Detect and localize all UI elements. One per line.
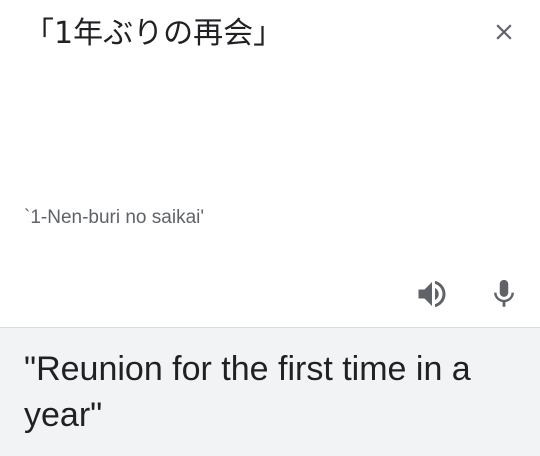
translation-panel: "Reunion for the first time in a year" (0, 328, 540, 456)
microphone-button[interactable] (484, 274, 524, 314)
microphone-icon (494, 279, 514, 307)
source-text[interactable]: 「1年ぶりの再会」 (24, 14, 283, 54)
close-button[interactable] (484, 12, 524, 52)
source-panel: 「1年ぶりの再会」 `1-Nen-buri no saikai' (0, 0, 540, 327)
translation-text[interactable]: "Reunion for the first time in a year" (24, 346, 520, 438)
close-icon (496, 24, 512, 40)
romanization-text: `1-Nen-buri no saikai' (24, 207, 204, 228)
volume-up-icon (418, 280, 446, 308)
listen-button[interactable] (412, 274, 452, 314)
